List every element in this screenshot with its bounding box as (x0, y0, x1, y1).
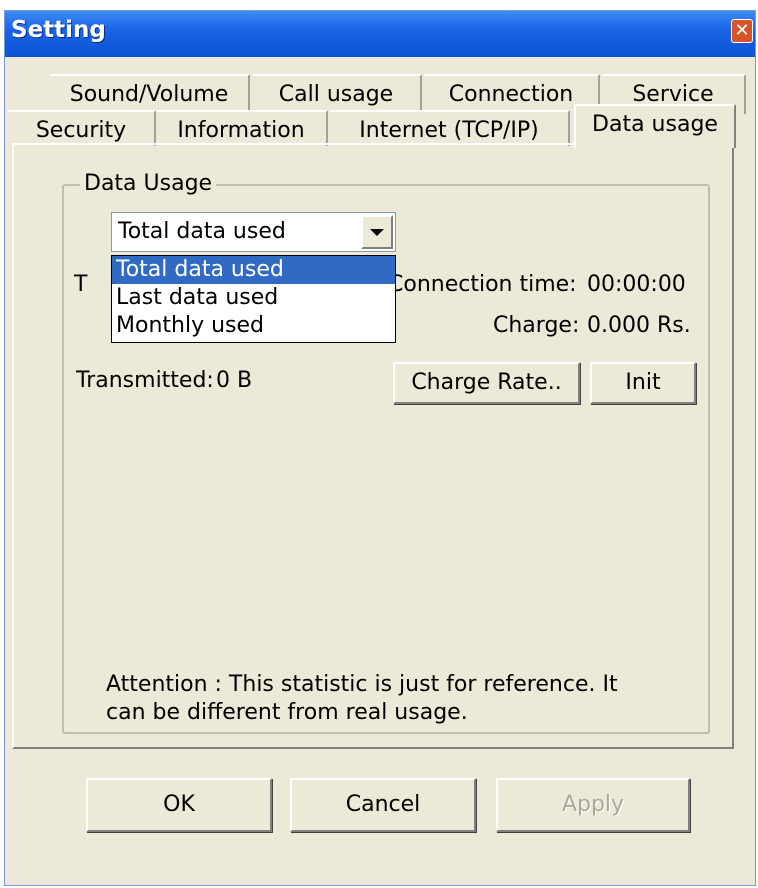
init-button[interactable]: Init (590, 362, 696, 404)
charge-value: 0.000 Rs. (587, 313, 691, 338)
tab-call-usage[interactable]: Call usage (252, 74, 422, 114)
title-bar[interactable]: Setting ✕ (5, 11, 755, 57)
option-total-data-used[interactable]: Total data used (112, 256, 395, 284)
chevron-down-icon (370, 228, 384, 236)
apply-button: Apply (496, 778, 690, 832)
option-monthly-used[interactable]: Monthly used (112, 312, 395, 340)
cancel-button[interactable]: Cancel (290, 778, 476, 832)
tab-data-usage[interactable]: Data usage (574, 104, 736, 148)
combo-selected-value: Total data used (118, 219, 286, 244)
dropdown-button[interactable] (361, 215, 393, 249)
connection-time-value: 00:00:00 (587, 272, 686, 297)
attention-text-line1: Attention : This statistic is just for r… (106, 672, 618, 697)
option-last-data-used[interactable]: Last data used (112, 284, 395, 312)
window-title: Setting (11, 17, 106, 43)
attention-text-line2: can be different from real usage. (106, 700, 468, 725)
transmitted-value: 0 B (216, 368, 253, 393)
tab-sound-volume[interactable]: Sound/Volume (50, 74, 250, 114)
ok-button[interactable]: OK (86, 778, 272, 832)
connection-time-label: Connection time: (388, 272, 577, 297)
hidden-label-fragment: T (74, 272, 88, 297)
tab-internet-tcpip[interactable]: Internet (TCP/IP) (330, 110, 570, 146)
transmitted-label: Transmitted: (76, 368, 214, 393)
data-type-select[interactable]: Total data used (111, 212, 396, 252)
group-title: Data Usage (80, 171, 217, 196)
charge-label: Charge: (493, 313, 580, 338)
close-button[interactable]: ✕ (731, 19, 753, 43)
close-icon: ✕ (734, 20, 750, 41)
tab-security[interactable]: Security (8, 110, 156, 146)
dropdown-list[interactable]: Total data used Last data used Monthly u… (111, 255, 396, 343)
charge-rate-button[interactable]: Charge Rate.. (393, 362, 580, 404)
tab-information[interactable]: Information (156, 110, 328, 146)
